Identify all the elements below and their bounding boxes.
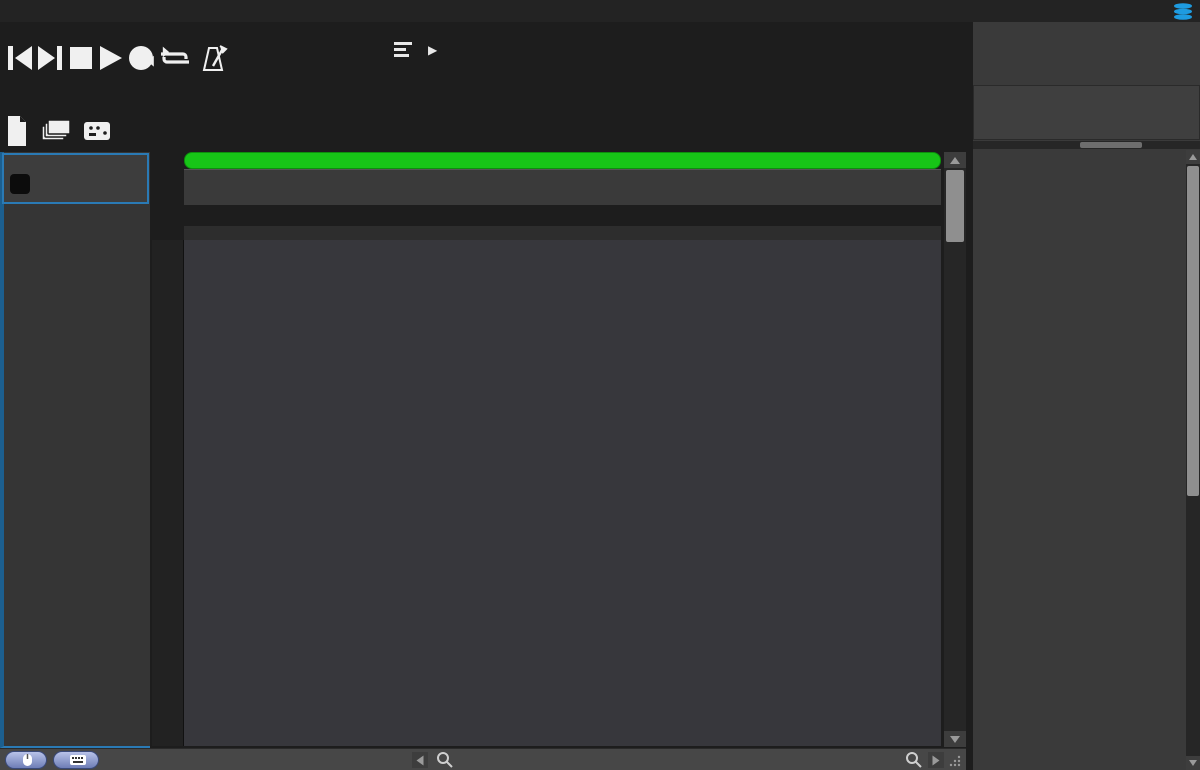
metronome-icon[interactable] bbox=[204, 46, 226, 70]
piano-keys-lead[interactable] bbox=[152, 240, 184, 463]
keyboard-help-button[interactable] bbox=[53, 751, 99, 769]
database-icon[interactable] bbox=[1172, 3, 1194, 20]
keyboard-icon bbox=[70, 755, 86, 765]
loop-icon[interactable] bbox=[148, 47, 190, 67]
resize-grip[interactable] bbox=[948, 754, 962, 768]
piano-keys-chords[interactable] bbox=[152, 463, 184, 746]
timeline-ruler[interactable] bbox=[184, 169, 941, 205]
scroll-up-icon[interactable] bbox=[944, 152, 966, 168]
add-track-button[interactable] bbox=[10, 174, 30, 194]
master-track-section bbox=[4, 206, 149, 248]
skip-start-icon[interactable] bbox=[8, 46, 32, 70]
tree-scroll-down-icon[interactable] bbox=[1186, 756, 1200, 770]
melody-piano-roll[interactable] bbox=[184, 240, 941, 463]
app-window: ▶ bbox=[0, 0, 1200, 770]
transport-controls bbox=[8, 44, 228, 72]
hscroll-right-icon[interactable] bbox=[928, 752, 944, 768]
preview-hscrollbar[interactable] bbox=[973, 141, 1200, 149]
menubar bbox=[0, 0, 1200, 22]
file-toolbar bbox=[6, 114, 116, 148]
part-bar[interactable] bbox=[184, 152, 941, 169]
record-icon[interactable] bbox=[129, 46, 153, 70]
scroll-down-icon[interactable] bbox=[944, 731, 966, 747]
copy-stack-icon[interactable] bbox=[42, 120, 70, 140]
pads-icon[interactable] bbox=[84, 122, 110, 140]
skip-end-icon[interactable] bbox=[38, 46, 62, 70]
generator-tree bbox=[973, 150, 1185, 770]
hscroll-left-icon[interactable] bbox=[412, 752, 428, 768]
mouse-icon bbox=[22, 753, 33, 767]
song-list-icon[interactable] bbox=[394, 42, 412, 57]
vscroll-thumb[interactable] bbox=[946, 170, 964, 242]
mouse-help-button[interactable] bbox=[5, 751, 47, 769]
zoom-icon-right[interactable] bbox=[905, 751, 923, 769]
song-next-icon[interactable]: ▶ bbox=[428, 43, 437, 57]
zoom-out-left-icon[interactable] bbox=[436, 751, 454, 769]
main-vscrollbar[interactable] bbox=[944, 152, 966, 747]
phrase-preview[interactable] bbox=[973, 85, 1200, 140]
chords-piano-roll[interactable] bbox=[184, 463, 941, 746]
statusbar bbox=[0, 748, 966, 770]
new-file-icon[interactable] bbox=[8, 116, 26, 146]
tree-vscrollbar[interactable] bbox=[1186, 150, 1200, 770]
right-panel bbox=[973, 22, 1200, 770]
timeline-section bbox=[2, 153, 149, 204]
play-icon[interactable] bbox=[100, 46, 122, 70]
stop-icon[interactable] bbox=[70, 47, 92, 69]
chord-track bbox=[184, 205, 941, 226]
chord-info-row bbox=[184, 226, 941, 240]
